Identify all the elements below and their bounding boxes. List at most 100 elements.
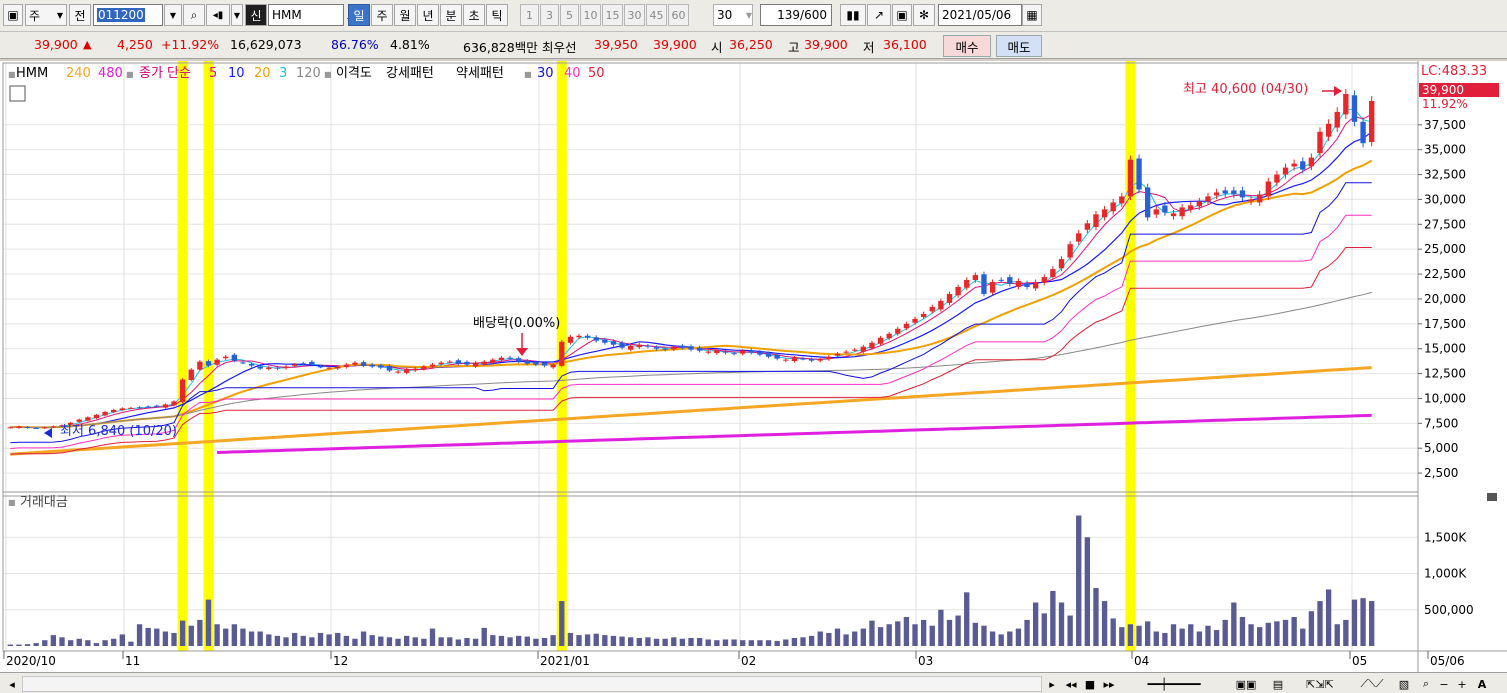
grid-icon[interactable]: ▤ [1268,676,1288,692]
volume-bar [1300,628,1306,646]
minute-tab-3[interactable]: 10 [580,4,601,26]
trend-tool-icon[interactable]: ↗ [867,4,891,26]
code-dropdown-chevron-icon[interactable]: ▼ [164,4,182,26]
period-tab-4[interactable]: 분 [440,4,462,26]
candle-body [85,417,91,421]
volume-ratio: 86.76% [331,37,379,52]
volume-bar [877,627,884,646]
interval-select[interactable]: 30 ▼ [713,4,753,26]
volume-bar [1274,621,1280,646]
stock-chart[interactable]: 2,500 5,000 7,500 10,000 12,500 15,000 17,500 2… [0,61,1507,672]
volume-bar [1024,619,1030,646]
minute-tab-0[interactable]: 1 [520,4,539,26]
candle-body [412,368,418,371]
plus-icon[interactable]: + [1454,676,1470,692]
candle-body [834,353,841,356]
volume-bar [412,637,418,646]
calendar-icon[interactable]: ▦ [1022,4,1042,26]
candle-body [7,427,13,429]
price-tick-label: 32,500 [1424,168,1466,182]
minus-icon[interactable]: − [1436,676,1452,692]
bar-count-field[interactable]: 139 /600 [760,4,832,26]
minute-tab-4[interactable]: 15 [602,4,623,26]
volume-bar [989,631,996,646]
horizontal-scrollbar[interactable] [22,676,1042,692]
volume-bar [860,628,866,646]
candle-body [1067,244,1073,258]
speaker-chevron-icon[interactable]: ▼ [231,4,243,26]
drawing-tools-icon[interactable]: ⇱⇲⇱ [1290,676,1350,692]
period-tab-2[interactable]: 월 [394,4,416,26]
minute-tab-6[interactable]: 45 [646,4,667,26]
volume-bar [214,624,220,646]
stock-code-input[interactable]: 011200 [93,4,163,26]
candle-body [128,407,134,409]
minute-tab-7[interactable]: 60 [668,4,689,26]
play-icon[interactable]: ▸ [1046,676,1058,692]
candle-body [998,279,1004,281]
price-tick-label: 5,000 [1424,441,1458,455]
window-icon[interactable]: ▣ [3,4,23,26]
period-tab-3[interactable]: 년 [417,4,439,26]
stock-name-field[interactable]: HMM [268,4,344,26]
minute-tab-5[interactable]: 30 [624,4,645,26]
scroll-left-icon[interactable]: ◂ [6,676,18,692]
candle-body [628,345,634,350]
minute-tab-1[interactable]: 3 [540,4,559,26]
candle-body [1265,181,1271,197]
font-size-icon[interactable]: A [1474,676,1490,692]
period-tab-0[interactable]: 일 [348,4,370,26]
legend-ma20: 20 [254,66,271,81]
volume-bar [619,636,625,646]
volume-bar [231,624,238,646]
period-tab-5[interactable]: 초 [463,4,485,26]
candle-body [1101,209,1108,218]
candle-body [1007,277,1013,285]
market-dropdown[interactable]: 주 ▼ [25,4,67,26]
price-tick-label: 2,500 [1424,466,1458,480]
candle-body [714,350,720,354]
gear-icon[interactable]: ✻ [913,4,935,26]
candle-body [964,280,970,288]
price-tick-label: 22,500 [1424,267,1466,281]
candle-body [197,361,203,370]
speaker-icon[interactable]: ◂▮ [206,4,230,26]
zoom-icon[interactable]: ⌕ [1418,676,1434,692]
candle-body [50,426,57,428]
buy-button[interactable]: 매수 [943,35,991,57]
stop-icon[interactable]: ■ [1083,676,1097,692]
period-tab-1[interactable]: 주 [371,4,393,26]
volume-bar [33,643,39,646]
save-icon[interactable]: ▣ [892,4,912,26]
minute-tab-2[interactable]: 5 [560,4,579,26]
price-tick-label: 10,000 [1424,391,1466,405]
search-icon[interactable]: ⌕ [183,4,205,26]
layout-icon[interactable]: ▣▣ [1226,676,1266,692]
volume-bar [1291,617,1297,646]
rewind-icon[interactable]: ◂◂ [1062,676,1080,692]
zoom-slider[interactable]: ━━┿━━━━━ [1124,676,1224,692]
fast-forward-icon[interactable]: ▸▸ [1100,676,1118,692]
candle-body [1015,281,1022,287]
candle-body [438,362,444,365]
candle-body [1231,190,1237,195]
volume-bar [783,639,789,646]
candle-body [171,401,177,406]
candle-body [541,362,548,366]
candle-body [1222,190,1228,194]
price-tick-label: 12,500 [1424,367,1466,381]
sell-button[interactable]: 매도 [996,35,1042,57]
volume-bar [662,638,668,646]
candle-body [455,360,462,364]
new-badge[interactable]: 신 [245,4,267,26]
candle-type-icon[interactable]: ▮▮ [840,4,866,26]
period-tab-6[interactable]: 틱 [486,4,508,26]
candle-body [559,341,565,366]
volume-bar [645,637,651,646]
volume-bar [205,599,212,646]
line-tools-icon[interactable]: ⟋⟍⟋ [1352,676,1392,692]
image-icon[interactable]: ▧ [1394,676,1414,692]
date-field[interactable]: 2021/05/06 [938,4,1022,26]
candle-body [860,346,866,352]
prev-button[interactable]: 전 [69,4,91,26]
